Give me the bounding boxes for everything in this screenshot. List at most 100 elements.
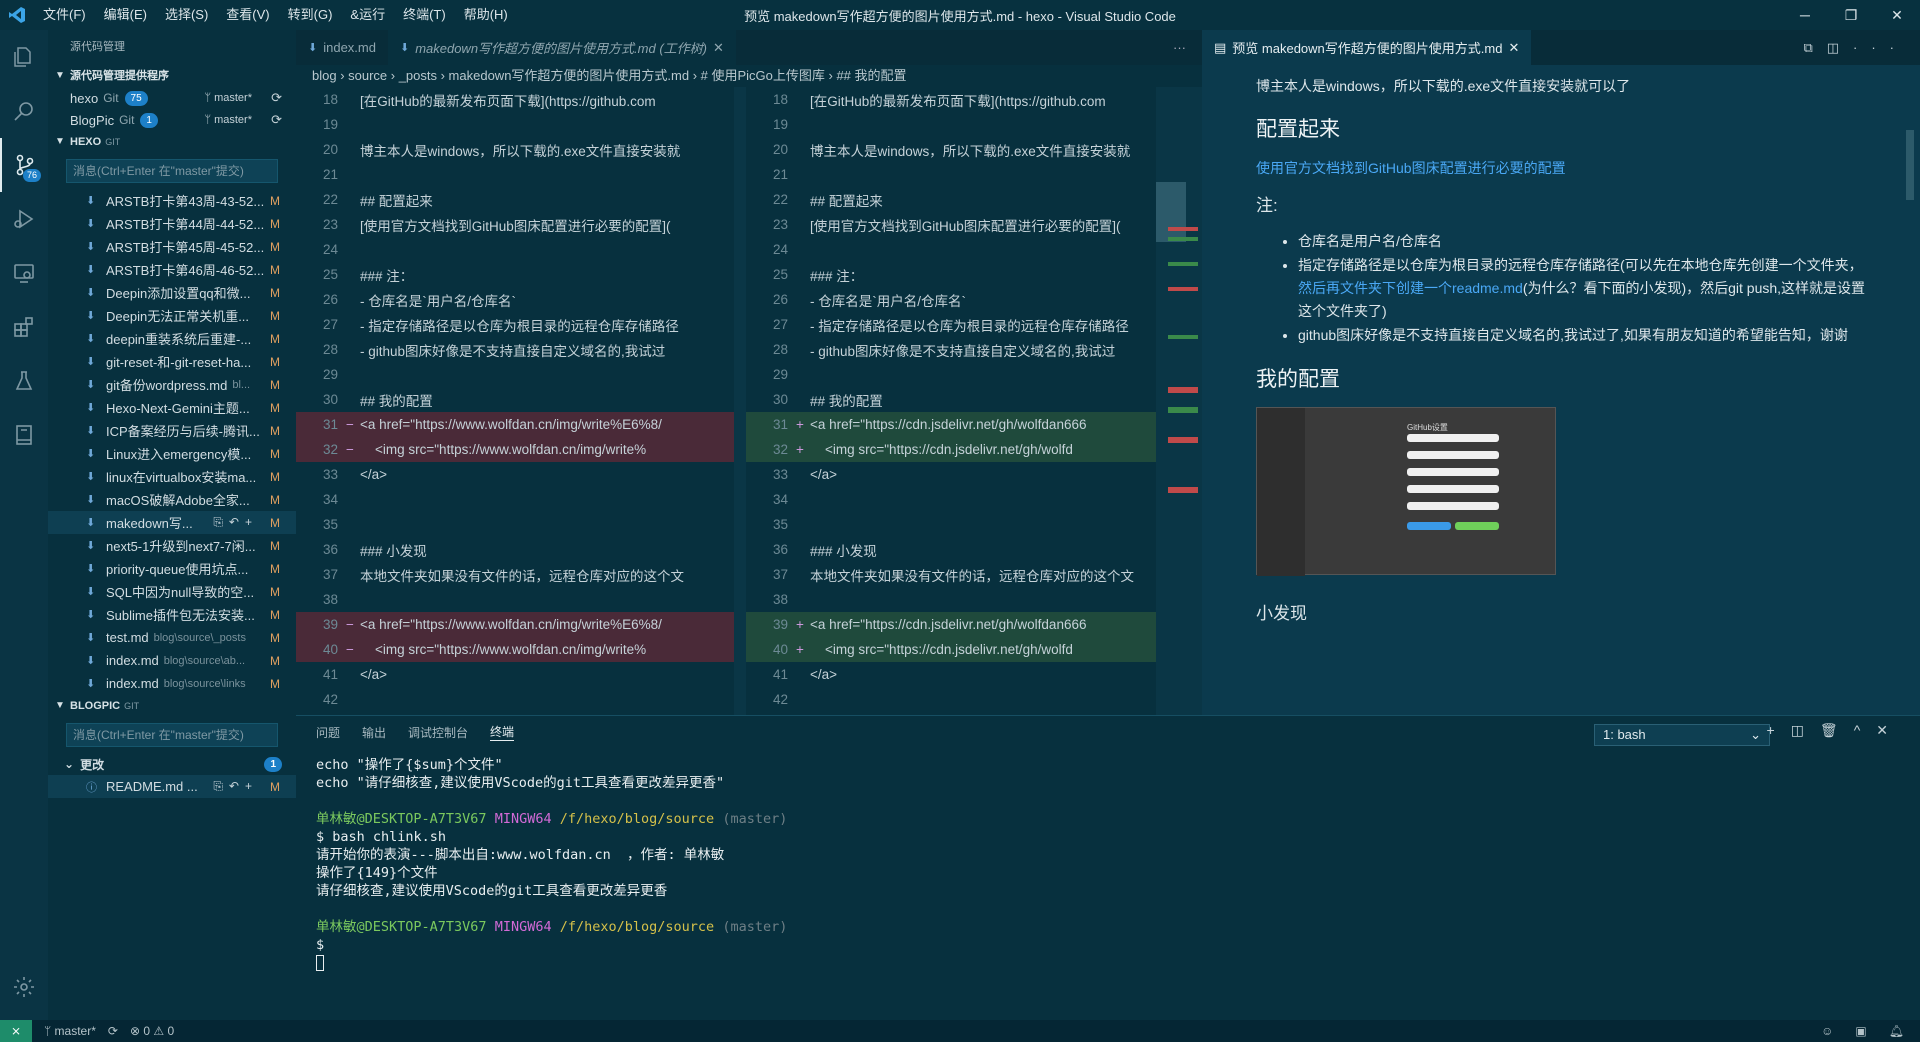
status-branch[interactable]: ᛘ master* [44, 1024, 96, 1038]
repo-branch[interactable]: ᛘ master* [204, 114, 252, 126]
code-line[interactable]: 19 [746, 112, 1166, 137]
code-line[interactable]: 33 </a> [746, 462, 1166, 487]
terminal-select[interactable]: 1: bash ⌄ [1594, 724, 1770, 746]
code-line[interactable]: 35 [746, 512, 1166, 537]
code-line[interactable]: 25 ### 注： [746, 262, 1166, 287]
remote-indicator-icon[interactable]: ⨯ [0, 1020, 32, 1042]
tab-output[interactable]: 输出 [362, 724, 386, 741]
code-line[interactable]: 36 ### 小发现 [746, 537, 1166, 562]
file-actions[interactable]: ⎘↶+ [213, 515, 258, 530]
menu-view[interactable]: 查看(V) [217, 0, 278, 30]
scroll-thumb[interactable] [1156, 182, 1186, 242]
changed-file[interactable]: ⬇ git-reset-和-git-reset-ha... M [48, 350, 296, 373]
repo-branch[interactable]: ᛘ master* [204, 92, 252, 104]
changed-file[interactable]: ⬇ ARSTB打卡第46周-46-52... M [48, 258, 296, 281]
terminal-output[interactable]: echo "操作了{$sum}个文件" echo "请仔细核查,建议使用VSco… [296, 748, 1920, 980]
changed-file[interactable]: ⬇ Deepin无法正常关机重... M [48, 304, 296, 327]
code-line[interactable]: 35 [296, 512, 734, 537]
status-problems[interactable]: ⊗ 0 ⚠ 0 [130, 1024, 174, 1038]
changed-file[interactable]: ⬇ Deepin添加设置qq和微... M [48, 281, 296, 304]
code-line[interactable]: 34 [296, 487, 734, 512]
tab-preview[interactable]: ▤ 预览 makedown写作超方便的图片使用方式.md ✕ [1202, 30, 1532, 65]
settings-gear-icon[interactable] [0, 960, 48, 1014]
code-line[interactable]: 38 [296, 587, 734, 612]
code-line[interactable]: 29 [746, 362, 1166, 387]
changed-file[interactable]: ⬇ ICP备案经历与后续-腾讯... M [48, 419, 296, 442]
more-actions-icon[interactable]: ··· [1173, 30, 1202, 65]
blogpic-section-header[interactable]: ▼ BLOGPIC GIT [48, 695, 296, 717]
feedback-icon[interactable]: ☺ [1821, 1024, 1833, 1038]
menu-help[interactable]: 帮助(H) [455, 0, 517, 30]
repo-hexo[interactable]: hexo Git 75 ᛘ master* ⟳ [48, 87, 296, 109]
changed-file[interactable]: ⬇ ARSTB打卡第44周-44-52... M [48, 212, 296, 235]
code-line[interactable]: 36 ### 小发现 [296, 537, 734, 562]
code-line[interactable]: 31 + <a href="https://cdn.jsdelivr.net/gh/… [746, 412, 1166, 437]
sync-icon[interactable]: ⟳ [271, 112, 282, 128]
code-line[interactable]: 25 ### 注： [296, 262, 734, 287]
menu-terminal[interactable]: 终端(T) [394, 0, 455, 30]
code-line[interactable]: 18 [在GitHub的最新发布页面下载](https://github.com [296, 87, 734, 112]
code-line[interactable]: 20 博主本人是windows，所以下载的.exe文件直接安装就 [296, 137, 734, 162]
changed-file[interactable]: ⬇ index.md blog\source\links M [48, 672, 296, 695]
code-line[interactable]: 21 [746, 162, 1166, 187]
code-line[interactable]: 28 - github图床好像是不支持直接自定义域名的,我试过 [746, 337, 1166, 362]
restore-icon[interactable]: ❐ [1828, 0, 1874, 30]
code-line[interactable]: 40 + <img src="https://cdn.jsdelivr.net/g… [746, 637, 1166, 662]
changed-file[interactable]: ⬇ macOS破解Adobe全家... M [48, 488, 296, 511]
diff-original-pane[interactable]: 18 [在GitHub的最新发布页面下载](https://github.com 1… [296, 87, 734, 715]
tab-problems[interactable]: 问题 [316, 724, 340, 741]
explorer-icon[interactable] [0, 30, 48, 84]
extensions-icon[interactable] [0, 300, 48, 354]
changed-file[interactable]: ⬇ git备份wordpress.md bl... M [48, 373, 296, 396]
close-tab-icon[interactable]: ✕ [713, 40, 724, 56]
tab-debug-console[interactable]: 调试控制台 [408, 724, 468, 741]
changed-file[interactable]: ⬇ Hexo-Next-Gemini主题... M [48, 396, 296, 419]
code-line[interactable]: 30 ## 我的配置 [746, 387, 1166, 412]
remote-icon[interactable]: ▣ [1855, 1024, 1866, 1038]
close-tab-icon[interactable]: ✕ [1508, 40, 1519, 56]
preview-actions[interactable]: ⧉◫··· [1803, 40, 1920, 56]
code-line[interactable]: 42 [746, 687, 1166, 712]
code-line[interactable]: 22 ## 配置起来 [746, 187, 1166, 212]
tab-index-md[interactable]: ⬇ index.md [296, 30, 388, 65]
code-line[interactable]: 29 [296, 362, 734, 387]
search-icon[interactable] [0, 84, 48, 138]
code-line[interactable]: 34 [746, 487, 1166, 512]
code-line[interactable]: 20 博主本人是windows，所以下载的.exe文件直接安装就 [746, 137, 1166, 162]
preview-scrollbar[interactable] [1906, 130, 1914, 200]
code-line[interactable]: 39 + <a href="https://cdn.jsdelivr.net/gh/… [746, 612, 1166, 637]
testing-icon[interactable] [0, 354, 48, 408]
preview-link-readme[interactable]: 然后再文件夹下创建一个readme.md [1298, 280, 1523, 296]
changed-file[interactable]: ⬇ Linux进入emergency模... M [48, 442, 296, 465]
code-line[interactable]: 38 [746, 587, 1166, 612]
preview-link-docs[interactable]: 使用官方文档找到GitHub图床配置进行必要的配置 [1256, 160, 1566, 176]
providers-section-header[interactable]: ▼ 源代码管理提供程序 [48, 65, 296, 87]
run-debug-icon[interactable] [0, 192, 48, 246]
menu-go[interactable]: 转到(G) [279, 0, 342, 30]
code-line[interactable]: 26 - 仓库名是`用户名/仓库名` [746, 287, 1166, 312]
code-line[interactable]: 32− <img src="https://www.wolfdan.cn/img… [296, 437, 734, 462]
tab-diff-worktree[interactable]: ⬇ makedown写作超方便的图片使用方式.md (工作树) ✕ [387, 30, 736, 65]
code-line[interactable]: 41 </a> [296, 662, 734, 687]
code-line[interactable]: 40− <img src="https://www.wolfdan.cn/img… [296, 637, 734, 662]
repo-blogpic[interactable]: BlogPic Git 1 ᛘ master* ⟳ [48, 109, 296, 131]
file-actions[interactable]: ⎘↶+ [213, 779, 258, 794]
close-icon[interactable]: ✕ [1874, 0, 1920, 30]
code-line[interactable]: 23 [使用官方文档找到GitHub图床配置进行必要的配置]( [746, 212, 1166, 237]
code-line[interactable]: 31− <a href="https://www.wolfdan.cn/img/w… [296, 412, 734, 437]
changed-file[interactable]: ⬇ linux在virtualbox安装ma... M [48, 465, 296, 488]
menu-selection[interactable]: 选择(S) [156, 0, 217, 30]
code-line[interactable]: 24 [746, 237, 1166, 262]
code-line[interactable]: 33 </a> [296, 462, 734, 487]
sync-icon[interactable]: ⟳ [108, 1024, 118, 1038]
tab-terminal[interactable]: 终端 [490, 723, 515, 741]
code-line[interactable]: 21 [296, 162, 734, 187]
minimize-icon[interactable]: ─ [1782, 0, 1828, 30]
code-line[interactable]: 39− <a href="https://www.wolfdan.cn/img/w… [296, 612, 734, 637]
code-line[interactable]: 22 ## 配置起来 [296, 187, 734, 212]
blogpic-changes-group[interactable]: ⌄ 更改 1 [48, 753, 296, 775]
hexo-commit-message-input[interactable]: 消息(Ctrl+Enter 在"master"提交) [66, 159, 278, 183]
code-line[interactable]: 37 本地文件夹如果没有文件的话，远程仓库对应的这个文 [296, 562, 734, 587]
code-line[interactable]: 41 </a> [746, 662, 1166, 687]
code-line[interactable]: 24 [296, 237, 734, 262]
